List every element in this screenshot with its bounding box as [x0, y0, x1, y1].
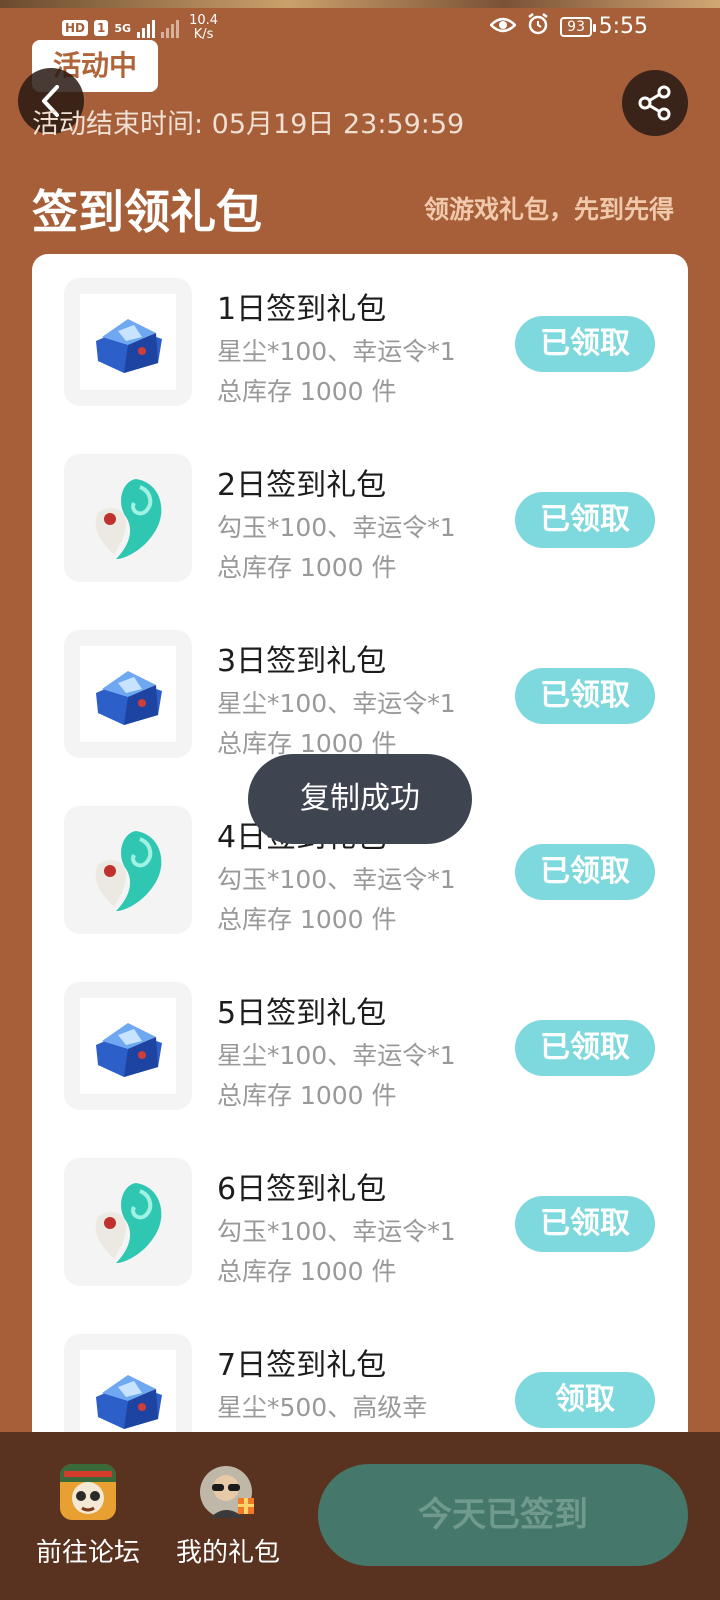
crystal-chest-icon	[80, 998, 176, 1094]
gift-thumbnail	[64, 278, 192, 406]
my-gifts-label: 我的礼包	[175, 1538, 280, 1568]
claim-button[interactable]: 领取	[515, 1372, 655, 1428]
gift-content: 星尘*100、幸运令*1	[217, 689, 456, 718]
my-gifts-button[interactable]: 我的礼包	[172, 1464, 284, 1569]
forum-game-icon	[60, 1464, 116, 1520]
gift-item-day3: 3日签到礼包 星尘*100、幸运令*1 总库存 1000 件 已领取	[32, 606, 688, 758]
gift-item-day2: 2日签到礼包 勾玉*100、幸运令*1 总库存 1000 件 已领取	[32, 430, 688, 582]
gift-item-day5: 5日签到礼包 星尘*100、幸运令*1 总库存 1000 件 已领取	[32, 958, 688, 1110]
gift-stock: 总库存 1000 件	[217, 377, 397, 406]
alarm-icon	[526, 12, 550, 42]
signal-icon	[137, 18, 156, 38]
toast-message: 复制成功	[248, 754, 472, 844]
gift-thumbnail	[64, 454, 192, 582]
gift-stock: 总库存 1000 件	[217, 553, 397, 582]
claimed-button[interactable]: 已领取	[515, 316, 655, 372]
claimed-button[interactable]: 已领取	[515, 844, 655, 900]
signal-2-icon	[161, 18, 180, 38]
net-speed-unit: K/s	[193, 27, 214, 42]
gift-name: 3日签到礼包	[217, 644, 387, 679]
net-speed: 10.4 K/s	[189, 14, 218, 42]
page-title: 签到领礼包	[32, 185, 262, 239]
clock: 5:55	[598, 14, 648, 39]
claimed-button[interactable]: 已领取	[515, 1020, 655, 1076]
page-subtitle: 领游戏礼包，先到先得	[423, 195, 674, 224]
gift-name: 5日签到礼包	[217, 996, 387, 1031]
gift-item-day6: 6日签到礼包 勾玉*100、幸运令*1 总库存 1000 件 已领取	[32, 1134, 688, 1286]
activity-end-time: 活动结束时间: 05月19日 23:59:59	[32, 109, 465, 140]
gift-stock: 总库存 1000 件	[217, 1081, 397, 1110]
share-icon	[638, 85, 671, 121]
claimed-button[interactable]: 已领取	[515, 492, 655, 548]
magatama-icon	[80, 1174, 176, 1270]
gift-item-day1: 1日签到礼包 星尘*100、幸运令*1 总库存 1000 件 已领取	[32, 254, 688, 406]
eye-icon	[489, 15, 517, 40]
forum-label: 前往论坛	[35, 1538, 140, 1568]
gift-thumbnail	[64, 806, 192, 934]
gift-thumbnail	[64, 982, 192, 1110]
battery-level: 93	[567, 19, 585, 35]
bottom-bar: 前往论坛 我的礼包 今天已签到	[0, 1432, 720, 1600]
magatama-icon	[80, 470, 176, 566]
network-type: 5G	[114, 21, 132, 35]
share-button[interactable]	[622, 70, 688, 136]
gift-content: 星尘*100、幸运令*1	[217, 1041, 456, 1070]
sim-slot-badge: 1	[94, 20, 109, 36]
crystal-chest-icon	[80, 646, 176, 742]
gift-content: 星尘*500、高级幸	[217, 1393, 428, 1422]
gift-thumbnail	[64, 1158, 192, 1286]
magatama-icon	[80, 822, 176, 918]
gift-thumbnail	[64, 630, 192, 758]
gift-content: 勾玉*100、幸运令*1	[217, 1217, 456, 1246]
net-speed-value: 10.4	[189, 13, 219, 28]
gift-stock: 总库存 1000 件	[217, 905, 397, 934]
gift-name: 2日签到礼包	[217, 468, 387, 503]
gift-content: 勾玉*100、幸运令*1	[217, 513, 456, 542]
go-to-forum-button[interactable]: 前往论坛	[32, 1464, 144, 1569]
claimed-button[interactable]: 已领取	[515, 668, 655, 724]
hd-badge: HD	[62, 20, 89, 36]
gift-name: 7日签到礼包	[217, 1348, 387, 1383]
gift-item-day7: 7日签到礼包 星尘*500、高级幸 领取	[32, 1310, 688, 1454]
gift-stock: 总库存 1000 件	[217, 1257, 397, 1286]
avatar-gift-icon	[200, 1464, 256, 1520]
gift-name: 1日签到礼包	[217, 292, 387, 327]
battery-icon: 93	[560, 17, 596, 37]
crystal-chest-icon	[80, 294, 176, 390]
gift-content: 勾玉*100、幸运令*1	[217, 865, 456, 894]
gift-list: 1日签到礼包 星尘*100、幸运令*1 总库存 1000 件 已领取 2日签到礼…	[32, 254, 688, 1454]
wallpaper-strip	[0, 0, 720, 8]
claimed-button[interactable]: 已领取	[515, 1196, 655, 1252]
gift-content: 星尘*100、幸运令*1	[217, 337, 456, 366]
signed-in-today-button[interactable]: 今天已签到	[318, 1464, 688, 1566]
gift-name: 6日签到礼包	[217, 1172, 387, 1207]
